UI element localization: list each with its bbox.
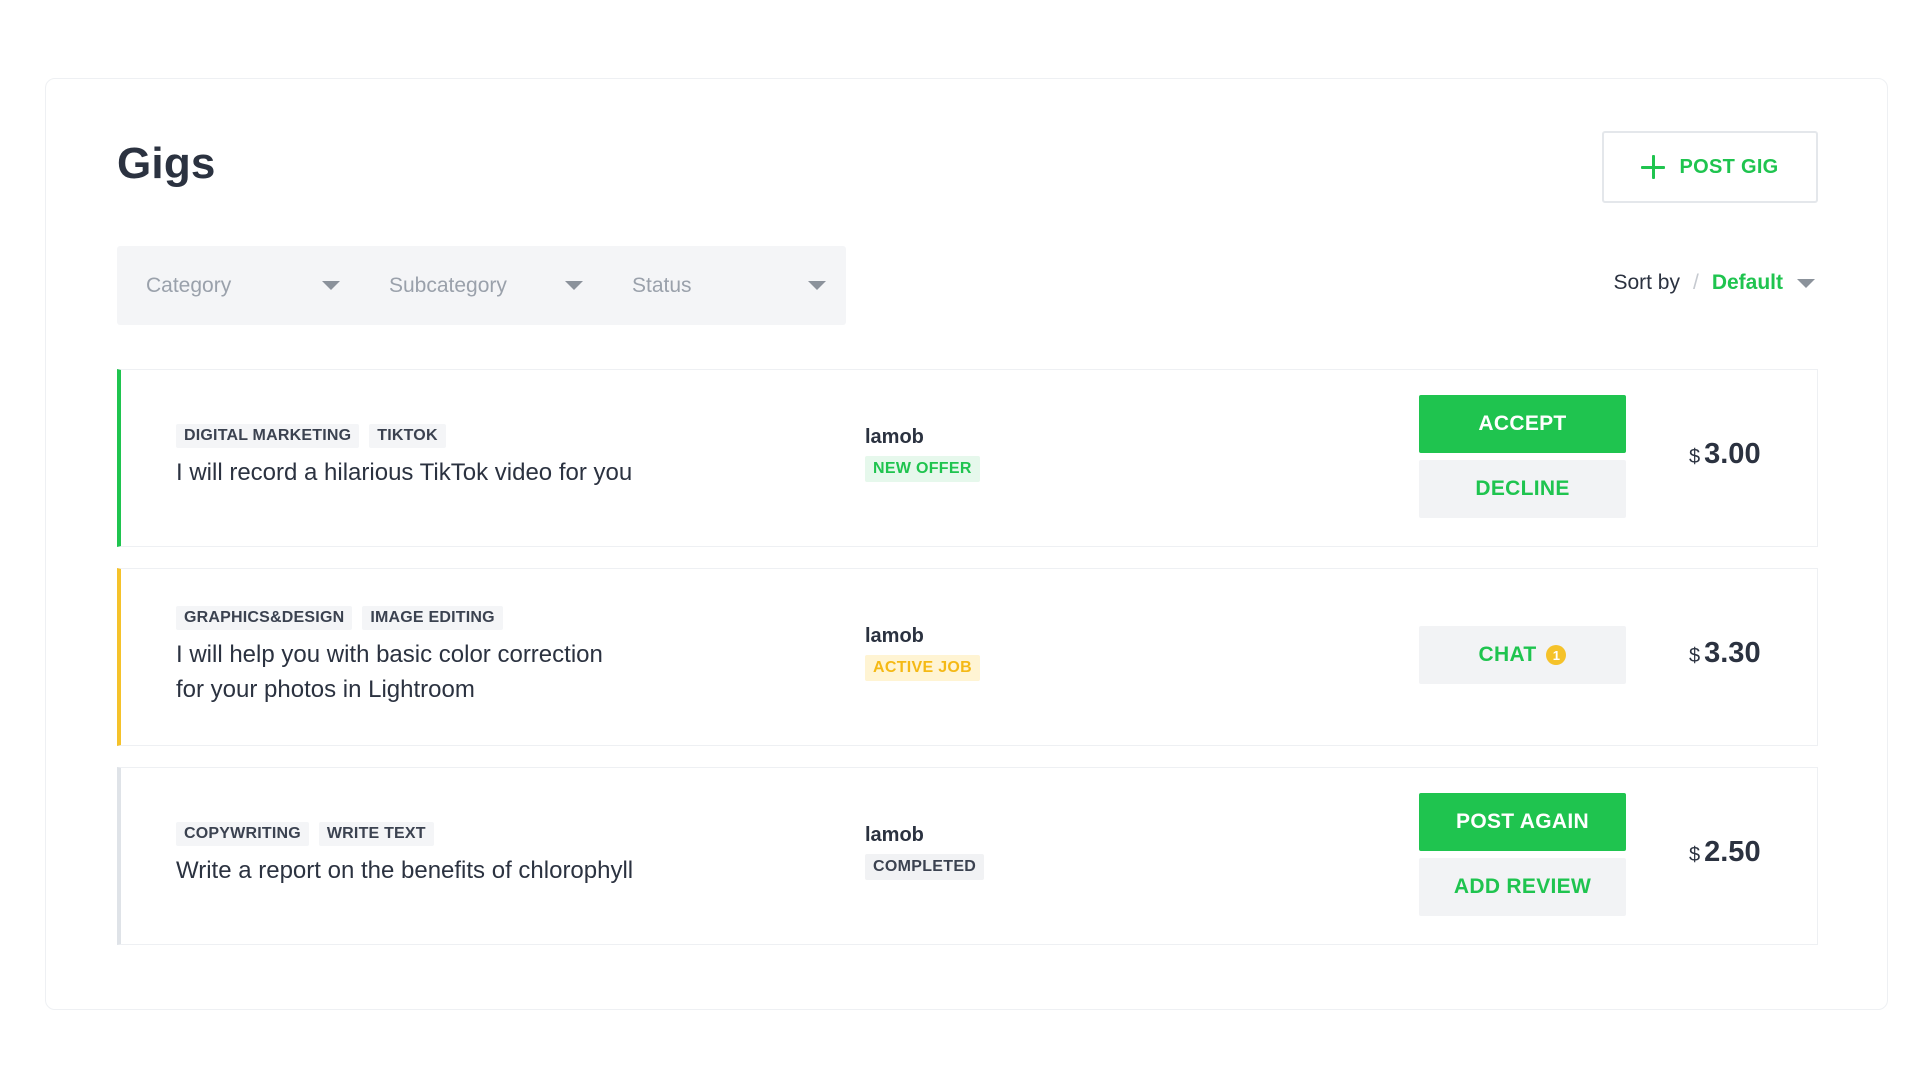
user-name[interactable]: lamob xyxy=(865,824,924,847)
sort-separator: / xyxy=(1692,271,1699,294)
sort-control[interactable]: Sort by / Default xyxy=(1613,271,1815,295)
gig-title[interactable]: Write a report on the benefits of chloro… xyxy=(176,853,736,888)
filter-bar: Category Subcategory Status xyxy=(117,246,846,325)
gig-price: $ 3.30 xyxy=(1689,637,1761,670)
gig-card: COPYWRITING WRITE TEXT Write a report on… xyxy=(117,767,1818,945)
gig-tags: GRAPHICS&DESIGN IMAGE EDITING xyxy=(176,606,503,630)
gig-price: $ 2.50 xyxy=(1689,836,1761,869)
category-filter[interactable]: Category xyxy=(117,246,360,325)
gig-tags: COPYWRITING WRITE TEXT xyxy=(176,822,434,846)
currency-symbol: $ xyxy=(1689,446,1701,468)
decline-button[interactable]: DECLINE xyxy=(1419,460,1626,518)
currency-symbol: $ xyxy=(1689,645,1701,667)
chevron-down-icon xyxy=(565,281,583,290)
gig-title-line: I will help you with basic color correct… xyxy=(176,641,603,668)
gig-card: DIGITAL MARKETING TIKTOK I will record a… xyxy=(117,369,1818,547)
sort-label: Sort by xyxy=(1613,271,1680,294)
gig-title-line: for your photos in Lightroom xyxy=(176,676,475,703)
subcategory-tag: TIKTOK xyxy=(369,424,446,448)
status-filter[interactable]: Status xyxy=(603,246,846,325)
status-badge: NEW OFFER xyxy=(865,456,980,482)
category-tag: DIGITAL MARKETING xyxy=(176,424,360,448)
subcategory-tag: WRITE TEXT xyxy=(318,822,434,846)
price-amount: 2.50 xyxy=(1704,836,1761,868)
accept-button[interactable]: ACCEPT xyxy=(1419,395,1626,453)
status-badge: ACTIVE JOB xyxy=(865,655,981,681)
subcategory-filter-label: Subcategory xyxy=(389,273,507,297)
chat-button-label: CHAT xyxy=(1478,643,1537,666)
category-tag: GRAPHICS&DESIGN xyxy=(176,606,353,630)
sort-value: Default xyxy=(1711,271,1783,294)
price-amount: 3.30 xyxy=(1704,637,1761,669)
chat-button[interactable]: CHAT 1 xyxy=(1419,626,1626,684)
subcategory-tag: IMAGE EDITING xyxy=(362,606,503,630)
category-filter-label: Category xyxy=(146,273,232,297)
plus-icon xyxy=(1641,155,1666,179)
gig-title[interactable]: I will record a hilarious TikTok video f… xyxy=(176,455,736,490)
chevron-down-icon xyxy=(808,281,826,290)
user-name[interactable]: lamob xyxy=(865,426,924,449)
add-review-button[interactable]: ADD REVIEW xyxy=(1419,858,1626,916)
status-badge: COMPLETED xyxy=(865,854,985,880)
currency-symbol: $ xyxy=(1689,844,1701,866)
gig-card: GRAPHICS&DESIGN IMAGE EDITING I will hel… xyxy=(117,568,1818,746)
gig-title[interactable]: I will help you with basic color correct… xyxy=(176,637,736,707)
gigs-panel: Gigs POST GIG Category Subcategory Statu… xyxy=(45,78,1888,1010)
page-title: Gigs xyxy=(117,139,216,188)
gig-tags: DIGITAL MARKETING TIKTOK xyxy=(176,424,446,448)
status-filter-label: Status xyxy=(632,273,692,297)
subcategory-filter[interactable]: Subcategory xyxy=(360,246,603,325)
gig-price: $ 3.00 xyxy=(1689,438,1761,471)
chevron-down-icon xyxy=(1797,278,1815,288)
user-name[interactable]: lamob xyxy=(865,625,924,648)
price-amount: 3.00 xyxy=(1704,438,1761,470)
notification-badge: 1 xyxy=(1546,645,1567,665)
post-gig-button[interactable]: POST GIG xyxy=(1602,131,1818,203)
post-gig-label: POST GIG xyxy=(1679,155,1779,178)
category-tag: COPYWRITING xyxy=(176,822,309,846)
post-again-button[interactable]: POST AGAIN xyxy=(1419,793,1626,851)
chevron-down-icon xyxy=(322,281,340,290)
